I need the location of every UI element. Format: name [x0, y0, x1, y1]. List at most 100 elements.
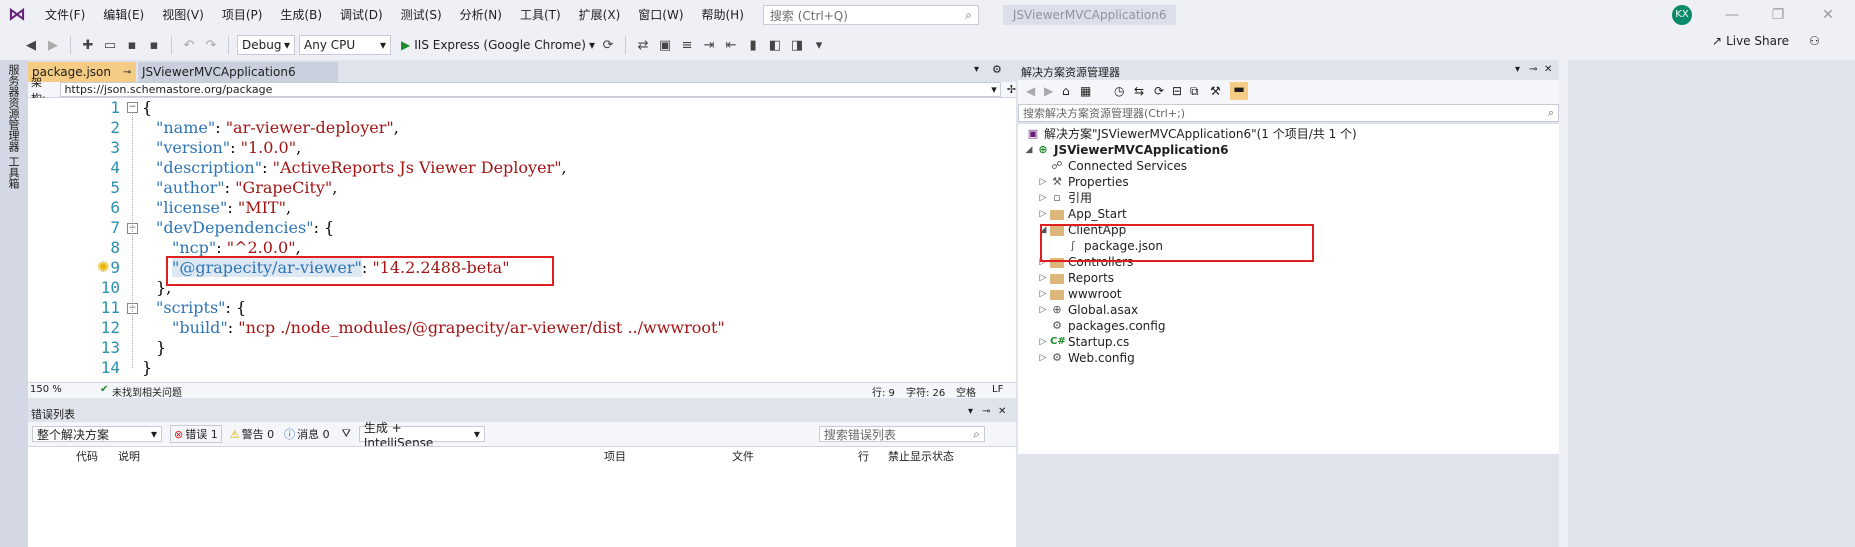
- platform-dropdown[interactable]: Any CPU ▾: [299, 35, 391, 55]
- expand-icon[interactable]: ▷: [1038, 206, 1048, 222]
- tree-node-properties[interactable]: ▷ ⚒ Properties: [1038, 174, 1129, 190]
- tab-list-icon[interactable]: ▾: [974, 64, 979, 75]
- tab-project[interactable]: JSViewerMVCApplication6: [138, 62, 338, 82]
- expand-icon[interactable]: ▷: [1038, 174, 1048, 190]
- minimize-icon[interactable]: —: [1709, 0, 1755, 30]
- tree-node-web-config[interactable]: ▷ ⚙ Web.config: [1038, 350, 1135, 366]
- build-filter-dropdown[interactable]: 生成 + IntelliSense ▾: [358, 421, 485, 450]
- expand-icon[interactable]: ▷: [1038, 270, 1048, 286]
- menu-tools[interactable]: 工具(T): [511, 0, 570, 30]
- bookmark-prev-icon[interactable]: ◧: [766, 35, 784, 55]
- line-number: 6: [110, 198, 120, 217]
- pending-changes-icon[interactable]: ◷: [1114, 84, 1124, 98]
- warnings-filter-button[interactable]: ⚠ 警告 0: [230, 426, 274, 442]
- screenshot-icon[interactable]: ▣: [656, 35, 674, 55]
- messages-filter-button[interactable]: ⓘ 消息 0: [284, 426, 330, 442]
- tree-node-app-start[interactable]: ▷ App_Start: [1038, 206, 1127, 222]
- forward-icon[interactable]: ▶: [1044, 84, 1053, 98]
- expand-icon[interactable]: ▷: [1038, 286, 1048, 302]
- tree-node-startup-cs[interactable]: ▷ C# Startup.cs: [1038, 334, 1130, 350]
- preview-icon[interactable]: ▬: [1230, 82, 1248, 100]
- toolbox-tab[interactable]: 工具箱: [5, 156, 21, 189]
- expand-icon[interactable]: ▷: [1038, 350, 1048, 366]
- whitespace-mode[interactable]: 空格: [956, 384, 976, 399]
- menu-debug[interactable]: 调试(D): [331, 0, 392, 30]
- home-icon[interactable]: ⌂: [1062, 84, 1070, 98]
- solution-search-input[interactable]: 搜索解决方案资源管理器(Ctrl+;) ⌕: [1018, 104, 1559, 122]
- bookmark-next-icon[interactable]: ◨: [788, 35, 806, 55]
- menu-view[interactable]: 视图(V): [153, 0, 213, 30]
- error-search-input[interactable]: 搜索错误列表 ⌕: [818, 426, 985, 442]
- start-debugging-button[interactable]: ▶ IIS Express (Google Chrome) ▾: [401, 38, 595, 52]
- expand-icon[interactable]: ◢: [1024, 142, 1034, 158]
- expand-icon[interactable]: ▷: [1038, 302, 1048, 318]
- filter-icon[interactable]: ⛛: [342, 427, 351, 441]
- expand-icon[interactable]: ▷: [1038, 334, 1048, 350]
- bookmark-icon[interactable]: ▮: [744, 35, 762, 55]
- live-share-button[interactable]: ↗ Live Share ⚇: [1712, 34, 1820, 48]
- configuration-dropdown[interactable]: Debug ▾: [237, 35, 295, 55]
- indent-icon[interactable]: ⇥: [700, 35, 718, 55]
- save-icon[interactable]: ▪: [123, 35, 141, 55]
- global-search-input[interactable]: 搜索 (Ctrl+Q) ⌕: [762, 5, 979, 25]
- issues-status[interactable]: 未找到相关问题: [112, 384, 182, 399]
- back-icon[interactable]: ◀: [1026, 84, 1035, 98]
- tree-node-connected-services[interactable]: ☍ Connected Services: [1038, 158, 1187, 174]
- pin-icon[interactable]: ⊸: [982, 406, 990, 417]
- properties-icon[interactable]: ⚒: [1210, 84, 1221, 98]
- menu-extensions[interactable]: 扩展(X): [570, 0, 630, 30]
- close-icon[interactable]: ✕: [998, 406, 1006, 417]
- tree-node-project[interactable]: ◢ ⊕ JSViewerMVCApplication6: [1024, 142, 1229, 158]
- line-ending[interactable]: LF: [992, 384, 1003, 395]
- lightbulb-icon[interactable]: ✺: [97, 258, 110, 276]
- dropdown-icon[interactable]: ▾: [968, 406, 973, 417]
- menu-test[interactable]: 测试(S): [392, 0, 451, 30]
- menu-window[interactable]: 窗口(W): [629, 0, 692, 30]
- toolbar-options-icon[interactable]: ▾: [810, 35, 828, 55]
- menu-project[interactable]: 项目(P): [213, 0, 272, 30]
- split-icon[interactable]: ✢: [1007, 83, 1016, 96]
- menu-build[interactable]: 生成(B): [271, 0, 331, 30]
- format-icon[interactable]: ≡: [678, 35, 696, 55]
- show-all-files-icon[interactable]: ⧉: [1190, 84, 1199, 99]
- tree-node-global-asax[interactable]: ▷ ⊕ Global.asax: [1038, 302, 1139, 318]
- code-editor[interactable]: 1 2 3 4 5 6 7 8 9 10 11 12 13 14 ✺ − − −…: [28, 98, 1016, 382]
- close-icon[interactable]: ✕: [1805, 0, 1851, 30]
- tree-node-wwwroot[interactable]: ▷ wwwroot: [1038, 286, 1122, 302]
- forward-icon[interactable]: ▶: [44, 35, 62, 55]
- menu-file[interactable]: 文件(F): [36, 0, 94, 30]
- sync-icon[interactable]: ⇆: [1134, 84, 1144, 98]
- errors-filter-button[interactable]: ⊗ 错误 1: [170, 425, 222, 443]
- save-all-icon[interactable]: ▪: [145, 35, 163, 55]
- tree-node-reports[interactable]: ▷ Reports: [1038, 270, 1115, 286]
- collapse-all-icon[interactable]: ⊟: [1172, 84, 1182, 98]
- pin-icon[interactable]: ⊸: [123, 67, 131, 78]
- new-project-icon[interactable]: ✚: [79, 35, 97, 55]
- refresh-icon[interactable]: ⟳: [599, 35, 617, 55]
- server-explorer-tab[interactable]: 服务器资源管理器: [5, 64, 21, 152]
- settings-icon[interactable]: ⚙: [992, 63, 1002, 76]
- maximize-icon[interactable]: ❐: [1755, 0, 1801, 30]
- tree-node-solution[interactable]: ▣ 解决方案"JSViewerMVCApplication6"(1 个项目/共 …: [1024, 126, 1357, 142]
- open-folder-icon[interactable]: ▭: [101, 35, 119, 55]
- undo-icon[interactable]: ↶: [180, 35, 198, 55]
- switch-views-icon[interactable]: ▦: [1080, 84, 1091, 98]
- menu-edit[interactable]: 编辑(E): [94, 0, 153, 30]
- browser-link-icon[interactable]: ⇄: [634, 35, 652, 55]
- menu-help[interactable]: 帮助(H): [693, 0, 753, 30]
- close-icon[interactable]: ✕: [1544, 64, 1552, 75]
- menu-analyze[interactable]: 分析(N): [451, 0, 511, 30]
- refresh-icon[interactable]: ⟳: [1154, 84, 1164, 98]
- dropdown-icon[interactable]: ▾: [1515, 64, 1520, 75]
- outdent-icon[interactable]: ⇤: [722, 35, 740, 55]
- schema-url-field[interactable]: https://json.schemastore.org/package ▾: [60, 82, 1001, 97]
- tree-node-packages-config[interactable]: ⚙ packages.config: [1038, 318, 1165, 334]
- avatar[interactable]: KX: [1672, 5, 1692, 25]
- back-icon[interactable]: ◀: [22, 35, 40, 55]
- pin-icon[interactable]: ⊸: [1529, 64, 1537, 75]
- expand-icon[interactable]: ▷: [1038, 190, 1048, 206]
- tree-node-references[interactable]: ▷ ▫ 引用: [1038, 190, 1092, 206]
- redo-icon[interactable]: ↷: [202, 35, 220, 55]
- scope-dropdown[interactable]: 整个解决方案 ▾: [32, 426, 162, 442]
- zoom-level[interactable]: 150 %: [30, 384, 62, 395]
